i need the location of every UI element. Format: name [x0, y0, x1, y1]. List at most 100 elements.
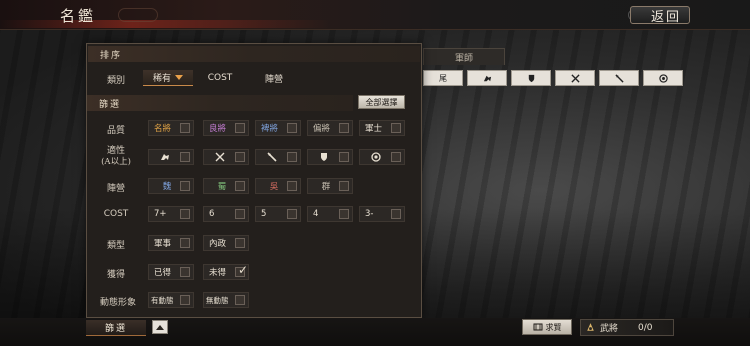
checkbox[interactable]	[180, 152, 190, 162]
cost-row-label: COST	[103, 209, 129, 219]
filter-faction-shu[interactable]: 蜀	[203, 178, 249, 194]
sort-cost-label: COST	[207, 73, 233, 83]
select-all-button[interactable]: 全部選擇	[358, 95, 405, 109]
option-label: 蜀	[217, 182, 227, 192]
cavalry-icon	[160, 154, 169, 160]
option-label: 未得	[209, 268, 227, 278]
shield-icon	[320, 153, 327, 161]
checkbox[interactable]	[235, 181, 245, 191]
background-chip-cavalry[interactable]	[467, 70, 507, 86]
background-chip-tail-label: 尾	[439, 73, 447, 83]
option-label: 偏將	[313, 124, 331, 134]
background-chip-spear[interactable]	[599, 70, 639, 86]
filter-type-domestic[interactable]: 內政	[203, 235, 249, 251]
chevron-up-icon	[156, 324, 164, 330]
aptitude-sublabel: (A以上)	[101, 157, 131, 167]
checkbox[interactable]	[287, 152, 297, 162]
filter-aptitude-shield[interactable]	[307, 149, 353, 165]
sort-row-label: 類別	[106, 76, 125, 86]
checkbox[interactable]	[339, 181, 349, 191]
background-chip-target[interactable]	[643, 70, 683, 86]
filter-quality-soldier[interactable]: 軍士	[359, 120, 405, 136]
option-icon-wrap	[204, 152, 235, 162]
filter-obtained-no[interactable]: 未得 ✓	[203, 263, 249, 280]
sort-rarity-label: 稀有	[152, 74, 171, 84]
checkbox[interactable]	[235, 209, 245, 219]
checkbox-checked[interactable]: ✓	[235, 263, 248, 277]
checkbox[interactable]	[235, 238, 245, 248]
option-label: 軍士	[365, 124, 383, 134]
filter-toggle-button[interactable]: 篩選	[86, 320, 146, 336]
page-title: 名鑑	[60, 7, 97, 25]
checkbox[interactable]	[180, 295, 190, 305]
checkbox[interactable]	[180, 209, 190, 219]
filter-cost-7plus[interactable]: 7+	[148, 206, 194, 222]
title-ornament	[118, 8, 158, 22]
filter-quality-lieutenant[interactable]: 偏將	[307, 120, 353, 136]
filter-aptitude-swords[interactable]	[203, 149, 249, 165]
background-chip-row: 尾	[423, 70, 683, 86]
checkbox[interactable]	[180, 181, 190, 191]
filter-quality-excellent[interactable]: 良將	[203, 120, 249, 136]
checkbox[interactable]	[391, 123, 401, 133]
recruit-button[interactable]: 求賢	[522, 319, 572, 335]
checkbox[interactable]	[287, 181, 297, 191]
filter-aptitude-spear[interactable]	[255, 149, 301, 165]
checkbox[interactable]	[391, 209, 401, 219]
filter-cost-6[interactable]: 6	[203, 206, 249, 222]
filter-faction-qun[interactable]: 群	[307, 178, 353, 194]
filter-cost-4[interactable]: 4	[307, 206, 353, 222]
general-label: 武將	[600, 324, 619, 334]
sort-rarity-button[interactable]: 稀有	[143, 70, 193, 86]
tab-strategist[interactable]: 軍師	[423, 48, 505, 65]
checkbox[interactable]	[287, 123, 297, 133]
filter-obtained-yes[interactable]: 已得	[148, 264, 194, 280]
background-chip-swords[interactable]	[555, 70, 595, 86]
option-label: 群	[321, 182, 331, 192]
filter-quality-legendary[interactable]: 名將	[148, 120, 194, 136]
option-icon-wrap	[360, 152, 391, 162]
filter-type-military[interactable]: 軍事	[148, 235, 194, 251]
checkmark-icon: ✓	[238, 263, 249, 277]
quality-row-label: 品質	[106, 126, 125, 136]
checkbox[interactable]	[180, 238, 190, 248]
checkbox[interactable]	[235, 152, 245, 162]
filter-aptitude-cavalry[interactable]	[148, 149, 194, 165]
sort-faction-button[interactable]: 陣營	[252, 70, 296, 86]
filter-faction-wu[interactable]: 吳	[255, 178, 301, 194]
checkbox[interactable]	[339, 152, 349, 162]
type-row-label: 類型	[106, 241, 125, 251]
target-icon	[658, 73, 668, 83]
back-button[interactable]: 返回	[630, 6, 690, 25]
spear-icon	[614, 73, 624, 83]
filter-faction-wei[interactable]: 魏	[148, 178, 194, 194]
sort-cost-button[interactable]: COST	[198, 70, 242, 86]
checkbox[interactable]	[339, 123, 349, 133]
option-icon-wrap	[149, 152, 180, 162]
option-label: 吳	[269, 182, 279, 192]
sort-faction-label: 陣營	[264, 74, 283, 85]
background-chip-shield[interactable]	[511, 70, 551, 86]
checkbox[interactable]	[339, 209, 349, 219]
filter-aptitude-target[interactable]	[359, 149, 405, 165]
filter-cost-3minus[interactable]: 3-	[359, 206, 405, 222]
checkbox[interactable]	[235, 123, 245, 133]
crossed-swords-icon	[215, 152, 224, 162]
filter-dynamic-yes[interactable]: 有動態	[148, 292, 194, 308]
filter-cost-5[interactable]: 5	[255, 206, 301, 222]
collapse-filter-button[interactable]	[152, 320, 168, 334]
background-chip-tail[interactable]: 尾	[423, 70, 463, 86]
option-icon-wrap	[256, 152, 287, 162]
filter-dynamic-no[interactable]: 無動態	[203, 292, 249, 308]
option-label: 魏	[162, 182, 172, 192]
checkbox[interactable]	[180, 123, 190, 133]
filter-quality-adjutant[interactable]: 裨將	[255, 120, 301, 136]
obtained-row-label: 獲得	[106, 270, 125, 280]
checkbox[interactable]	[235, 295, 245, 305]
checkbox[interactable]	[391, 152, 401, 162]
checkbox[interactable]	[287, 209, 297, 219]
checkbox[interactable]	[180, 267, 190, 277]
sort-section-header: 排序	[88, 46, 420, 62]
option-label: 3-	[365, 209, 374, 219]
sort-section-title: 排序	[100, 50, 123, 61]
